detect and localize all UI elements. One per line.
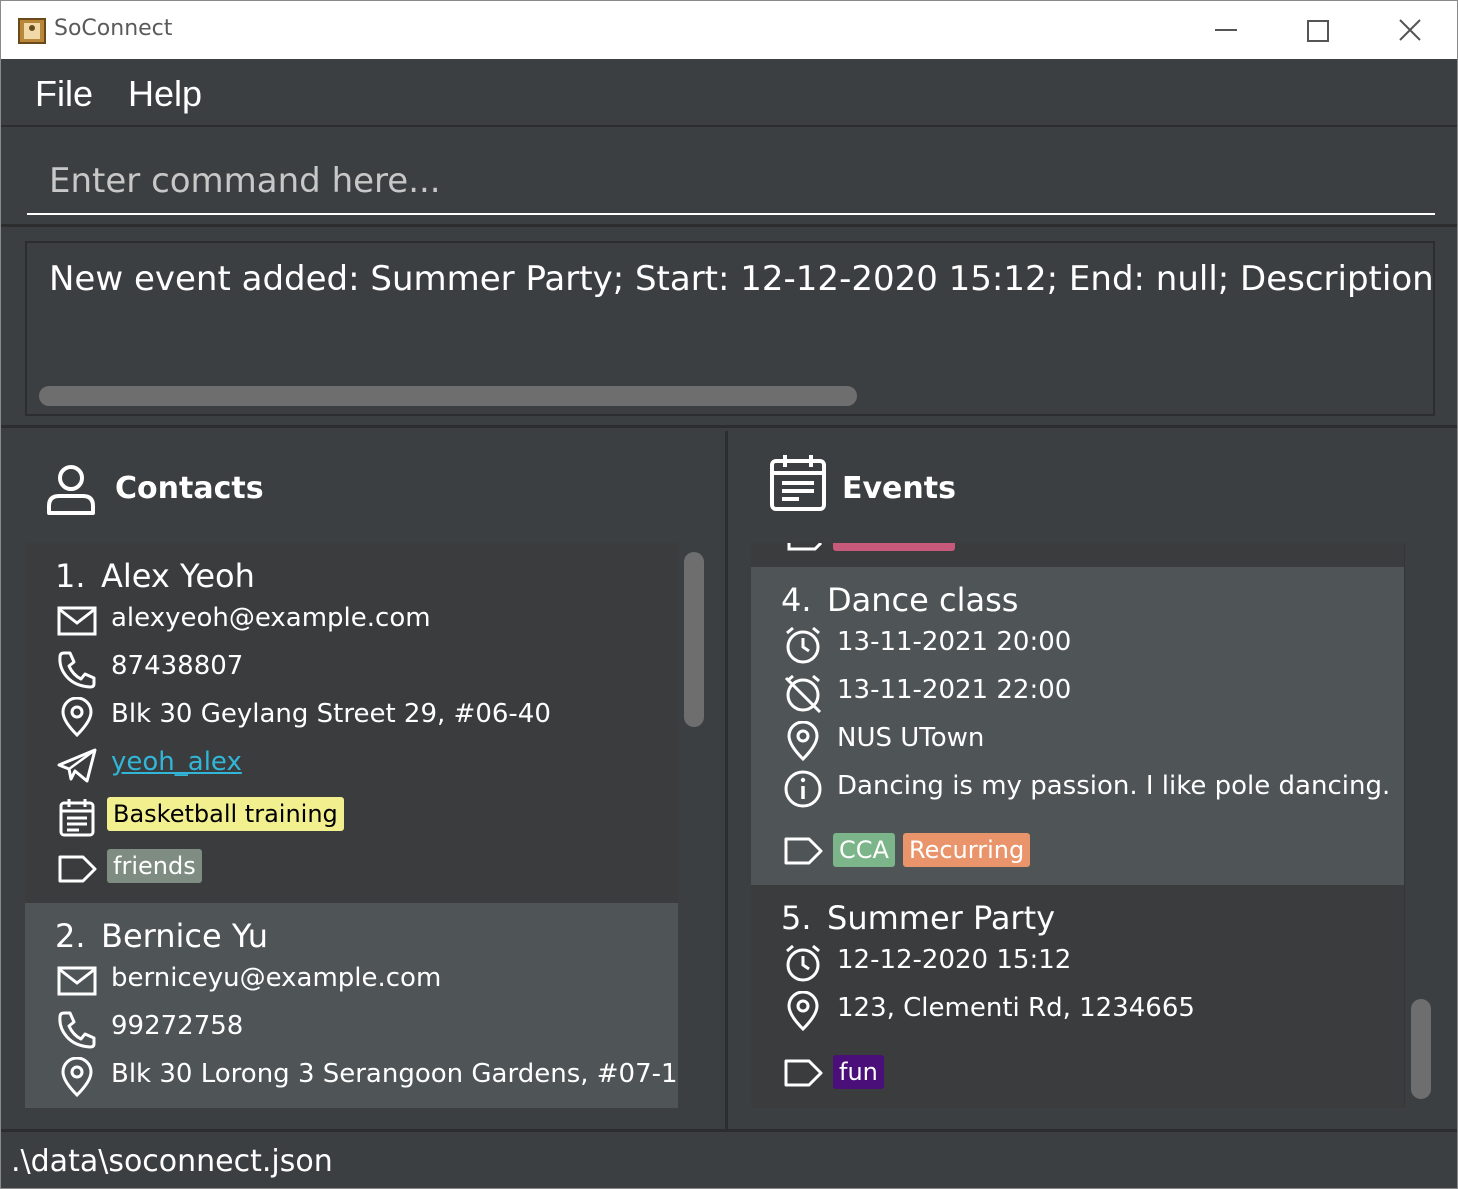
title-bar: SoConnect xyxy=(1,1,1457,59)
event-description: Dancing is my passion. I like pole danci… xyxy=(837,771,1391,801)
contact-phone: 99272758 xyxy=(111,1011,244,1041)
tag-icon xyxy=(784,1059,823,1087)
events-list[interactable]: 4. Dance class 13-11-2021 20:00 13-11-202… xyxy=(751,543,1405,1108)
app-window: SoConnect File Help New event added: Sum… xyxy=(0,0,1458,1189)
event-name-text: Dance class xyxy=(827,581,1019,619)
contact-index: 2. xyxy=(55,917,86,955)
contact-card[interactable]: 1. Alex Yeoh alexyeoh@example.com 8743880… xyxy=(25,543,678,903)
event-name: 4. Dance class xyxy=(781,581,1018,619)
app-logo-icon xyxy=(18,18,46,44)
tag-icon xyxy=(58,855,97,883)
contact-address: Blk 30 Geylang Street 29, #06-40 xyxy=(111,699,551,729)
maximize-button[interactable] xyxy=(1297,13,1337,47)
contact-address: Blk 30 Lorong 3 Serangoon Gardens, #07-1… xyxy=(111,1059,678,1089)
event-tag-cca[interactable]: CCA xyxy=(833,833,895,867)
location-pin-icon xyxy=(787,991,819,1031)
contacts-title: Contacts xyxy=(115,471,264,506)
close-icon xyxy=(1399,19,1421,41)
status-bar: .\data\soconnect.json xyxy=(1,1129,1457,1188)
contact-email: alexyeoh@example.com xyxy=(111,603,431,633)
event-card-partial[interactable] xyxy=(751,543,1404,567)
contacts-scrollbar[interactable] xyxy=(684,552,704,727)
command-input[interactable] xyxy=(27,149,1435,215)
contact-phone: 87438807 xyxy=(111,651,244,681)
events-scrollbar[interactable] xyxy=(1411,999,1431,1099)
event-name-text: Summer Party xyxy=(827,899,1056,937)
contact-name: 2. Bernice Yu xyxy=(55,917,268,955)
event-tag-recurring[interactable]: Recurring xyxy=(903,833,1031,867)
events-panel: Events 4. Dance class 13-11-2021 20:00 1… xyxy=(731,431,1457,1129)
calendar-icon xyxy=(59,799,95,837)
tag-icon xyxy=(784,837,823,865)
event-card[interactable]: 5. Summer Party 12-12-2020 15:12 123, Cle… xyxy=(751,885,1404,1108)
alarm-off-icon xyxy=(784,674,822,713)
location-pin-icon xyxy=(61,697,93,737)
menu-help[interactable]: Help xyxy=(128,73,202,115)
alarm-clock-icon xyxy=(786,944,820,982)
location-pin-icon xyxy=(787,721,819,761)
phone-icon xyxy=(58,1011,96,1049)
menu-bar: File Help xyxy=(1,59,1457,127)
location-pin-icon xyxy=(61,1057,93,1097)
phone-icon xyxy=(58,651,96,689)
contact-event-tag[interactable]: Basketball training xyxy=(107,797,344,831)
tag-icon xyxy=(787,543,823,551)
result-horizontal-scrollbar[interactable] xyxy=(39,386,857,406)
contact-index: 1. xyxy=(55,557,86,595)
save-location-path: .\data\soconnect.json xyxy=(11,1144,333,1179)
person-icon xyxy=(47,465,95,515)
result-text: New event added: Summer Party; Start: 12… xyxy=(49,259,1435,299)
event-end: 13-11-2021 22:00 xyxy=(837,675,1072,705)
event-address: NUS UTown xyxy=(837,723,985,753)
contact-name-text: Bernice Yu xyxy=(101,917,269,955)
contact-tag[interactable]: friends xyxy=(107,849,202,883)
contact-email: berniceyu@example.com xyxy=(111,963,442,993)
command-panel xyxy=(1,129,1457,227)
event-start: 13-11-2021 20:00 xyxy=(837,627,1072,657)
event-tag-fun[interactable]: fun xyxy=(833,1055,884,1089)
minimize-button[interactable] xyxy=(1206,13,1246,47)
menu-file[interactable]: File xyxy=(35,73,93,115)
alarm-clock-icon xyxy=(786,626,820,664)
mail-icon xyxy=(57,606,97,636)
calendar-icon xyxy=(770,455,826,511)
contacts-panel: Contacts 1. Alex Yeoh alexyeoh@example.co… xyxy=(1,431,728,1129)
event-address: 123, Clementi Rd, 1234665 xyxy=(837,993,1195,1023)
contact-card[interactable]: 2. Bernice Yu berniceyu@example.com 99272… xyxy=(25,903,678,1108)
event-partial-tag xyxy=(833,543,955,551)
event-index: 5. xyxy=(781,899,812,937)
contact-name-text: Alex Yeoh xyxy=(101,557,255,595)
mail-icon xyxy=(57,966,97,996)
window-title: SoConnect xyxy=(54,16,173,41)
close-button[interactable] xyxy=(1390,13,1430,47)
contact-telegram-link[interactable]: yeoh_alex xyxy=(111,747,242,777)
result-display: New event added: Summer Party; Start: 12… xyxy=(25,241,1435,416)
events-title: Events xyxy=(842,471,956,506)
contacts-list[interactable]: 1. Alex Yeoh alexyeoh@example.com 8743880… xyxy=(25,543,678,1108)
event-card[interactable]: 4. Dance class 13-11-2021 20:00 13-11-202… xyxy=(751,567,1404,885)
result-panel: New event added: Summer Party; Start: 12… xyxy=(1,230,1457,428)
event-start: 12-12-2020 15:12 xyxy=(837,945,1072,975)
telegram-icon xyxy=(57,748,97,783)
info-icon xyxy=(784,770,822,808)
contact-name: 1. Alex Yeoh xyxy=(55,557,255,595)
event-name: 5. Summer Party xyxy=(781,899,1055,937)
event-index: 4. xyxy=(781,581,812,619)
